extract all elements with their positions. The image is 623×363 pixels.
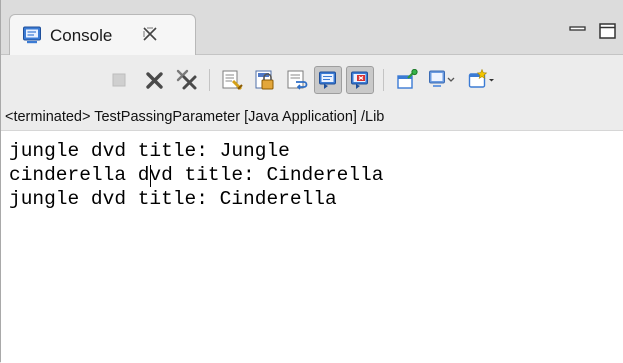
terminate-button[interactable] xyxy=(105,66,133,94)
console-view: Console <terminated> TestPassingParamete… xyxy=(0,0,623,363)
remove-all-icon xyxy=(176,69,197,90)
new-console-icon xyxy=(468,69,494,88)
word-wrap-button[interactable] xyxy=(283,66,311,94)
display-console-icon xyxy=(429,70,455,87)
minimize-icon[interactable] xyxy=(567,20,589,42)
text-caret xyxy=(150,165,151,187)
word-wrap-icon xyxy=(287,70,308,90)
view-tab-strip: Console xyxy=(1,0,623,56)
remove-all-terminated-button[interactable] xyxy=(173,66,201,94)
show-console-stdout-button[interactable] xyxy=(314,66,342,94)
remove-launch-button[interactable] xyxy=(141,66,169,94)
process-description: <terminated> TestPassingParameter [Java … xyxy=(5,109,385,125)
pin-icon xyxy=(397,69,418,89)
clear-console-button[interactable] xyxy=(218,66,246,94)
console-output[interactable]: jungle dvd title: Jungle cinderella dvd … xyxy=(1,130,623,363)
output-line: jungle dvd title: Cinderella xyxy=(9,188,337,210)
scroll-lock-button[interactable] xyxy=(251,66,279,94)
maximize-icon[interactable] xyxy=(597,20,619,42)
display-selected-console-button[interactable] xyxy=(425,66,455,94)
show-console-stderr-button[interactable] xyxy=(346,66,374,94)
remove-x-icon xyxy=(146,72,163,89)
console-icon xyxy=(22,25,42,45)
scroll-lock-icon xyxy=(255,70,274,90)
output-line: jungle dvd title: Jungle xyxy=(9,140,290,162)
stop-icon xyxy=(112,73,126,87)
pin-console-button[interactable] xyxy=(393,66,421,94)
close-icon[interactable] xyxy=(140,24,160,44)
clear-console-icon xyxy=(222,70,243,91)
tab-console[interactable]: Console xyxy=(9,14,196,56)
console-toolbar xyxy=(1,55,623,105)
output-line: cinderella dvd title: Cinderella xyxy=(9,164,384,186)
show-stdout-icon xyxy=(319,71,336,89)
toolbar-separator xyxy=(383,69,384,91)
tab-label: Console xyxy=(50,26,113,45)
open-console-button[interactable] xyxy=(465,66,494,94)
show-stderr-icon xyxy=(351,71,368,89)
toolbar-separator xyxy=(209,69,210,91)
